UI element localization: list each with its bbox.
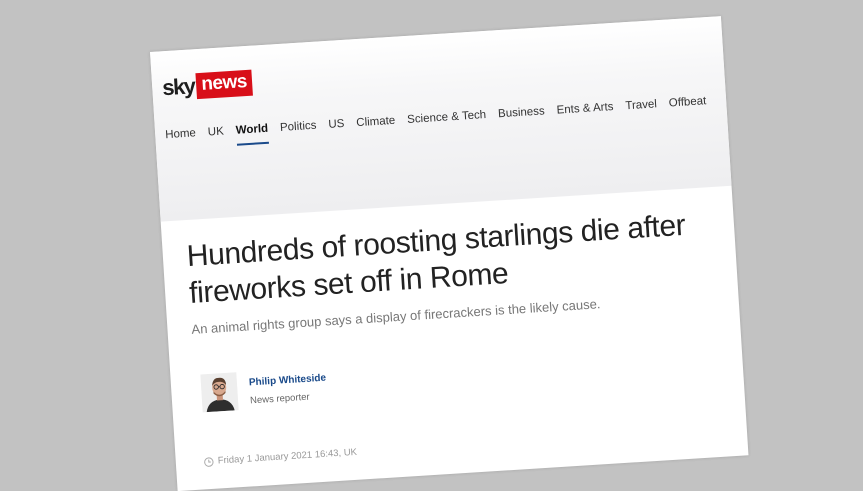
logo-news-text: news [196, 70, 253, 99]
publish-timestamp: Friday 1 January 2021 16:43, UK [204, 447, 358, 468]
nav-item-business[interactable]: Business [498, 105, 546, 129]
nav-item-world[interactable]: World [235, 123, 269, 146]
nav-item-uk[interactable]: UK [207, 126, 224, 148]
nav-item-us[interactable]: US [328, 118, 345, 140]
author-role: News reporter [250, 392, 310, 407]
nav-item-home[interactable]: Home [165, 127, 197, 150]
nav-item-politics[interactable]: Politics [280, 120, 318, 143]
nav-item-ents-arts[interactable]: Ents & Arts [556, 101, 614, 126]
author-photo-icon [200, 372, 238, 412]
logo-sky-text: sky [161, 73, 195, 101]
article-page: sky news Home UK World Politics US Clima… [150, 16, 748, 491]
nav-item-climate[interactable]: Climate [356, 115, 396, 138]
nav-item-travel[interactable]: Travel [625, 98, 658, 121]
clock-icon [204, 456, 215, 467]
author-name-link[interactable]: Philip Whiteside [249, 373, 327, 389]
timestamp-text: Friday 1 January 2021 16:43, UK [217, 447, 357, 467]
nav-item-offbeat[interactable]: Offbeat [668, 95, 707, 118]
author-avatar[interactable] [200, 372, 238, 412]
